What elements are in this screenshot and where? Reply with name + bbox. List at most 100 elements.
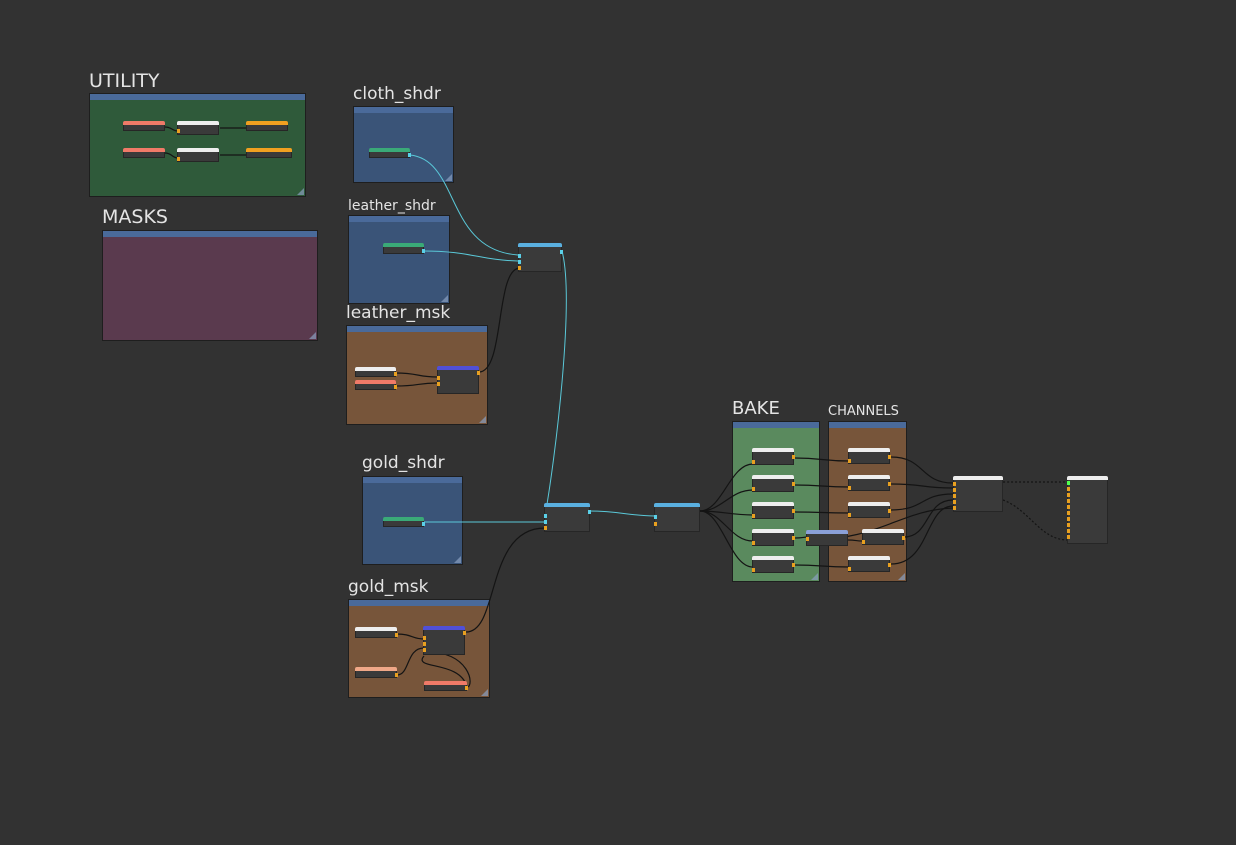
leather-msk-input-1[interactable] — [355, 367, 397, 377]
node-header[interactable] — [355, 380, 396, 384]
mix-node-1[interactable] — [518, 243, 563, 272]
gold-msk-input-2[interactable] — [355, 667, 398, 678]
node-header[interactable] — [383, 517, 424, 521]
input-port[interactable] — [953, 488, 956, 492]
node-header[interactable] — [246, 148, 292, 152]
input-port[interactable] — [518, 266, 521, 270]
node-header[interactable] — [752, 475, 794, 479]
input-port[interactable] — [752, 541, 755, 545]
node-header[interactable] — [544, 503, 590, 507]
output-port[interactable] — [792, 455, 795, 459]
utility-node-5[interactable] — [177, 148, 219, 162]
node-graph-canvas[interactable]: UTILITY MASKS cloth_shdr leather_shdr le… — [0, 0, 1236, 845]
input-port[interactable] — [177, 157, 180, 161]
output-port[interactable] — [560, 250, 563, 254]
input-port[interactable] — [752, 487, 755, 491]
input-port[interactable] — [437, 376, 440, 380]
output-port[interactable] — [792, 509, 795, 513]
input-port[interactable] — [1067, 493, 1070, 497]
node-header[interactable] — [654, 503, 700, 507]
leather-shdr-node[interactable] — [383, 243, 425, 254]
input-port[interactable] — [1067, 505, 1070, 509]
node-header[interactable] — [848, 448, 890, 452]
output-port[interactable] — [792, 563, 795, 567]
input-port[interactable] — [848, 513, 851, 517]
node-header[interactable] — [1067, 476, 1108, 480]
utility-node-3[interactable] — [246, 121, 288, 131]
output-port[interactable] — [888, 509, 891, 513]
input-port[interactable] — [953, 506, 956, 510]
gold-msk-input-1[interactable] — [355, 627, 398, 638]
output-port[interactable] — [408, 153, 411, 157]
bake-node-1[interactable] — [752, 448, 795, 465]
node-header[interactable] — [369, 148, 410, 152]
bake-extra-node[interactable] — [806, 530, 848, 546]
node-header[interactable] — [806, 530, 848, 534]
node-header[interactable] — [123, 148, 165, 152]
output-port[interactable] — [902, 536, 905, 540]
output-port[interactable] — [888, 455, 891, 459]
output-node[interactable] — [1067, 476, 1108, 544]
channel-node-3[interactable] — [848, 502, 891, 518]
input-port[interactable] — [423, 642, 426, 646]
node-header[interactable] — [355, 367, 396, 371]
node-header[interactable] — [518, 243, 562, 247]
input-port[interactable] — [423, 648, 426, 652]
input-port[interactable] — [752, 568, 755, 572]
output-port[interactable] — [395, 633, 398, 637]
input-port[interactable] — [518, 254, 521, 258]
node-header[interactable] — [383, 243, 424, 247]
input-port[interactable] — [177, 129, 180, 133]
input-port[interactable] — [654, 515, 657, 519]
input-port[interactable] — [1067, 535, 1070, 539]
output-port[interactable] — [395, 673, 398, 677]
input-port[interactable] — [953, 494, 956, 498]
output-port[interactable] — [888, 563, 891, 567]
input-port[interactable] — [953, 500, 956, 504]
node-header[interactable] — [752, 529, 794, 533]
channel-node-1[interactable] — [848, 448, 891, 464]
input-port[interactable] — [1067, 517, 1070, 521]
mix-node-2[interactable] — [544, 503, 591, 532]
node-header[interactable] — [423, 626, 465, 630]
node-header[interactable] — [355, 627, 397, 631]
input-port[interactable] — [1067, 481, 1070, 485]
output-port[interactable] — [588, 510, 591, 514]
input-port[interactable] — [654, 522, 657, 526]
node-header[interactable] — [848, 502, 890, 506]
gold-msk-input-3[interactable] — [424, 681, 468, 691]
node-header[interactable] — [424, 681, 467, 685]
utility-node-4[interactable] — [123, 148, 165, 158]
cloth-shdr-node[interactable] — [369, 148, 411, 158]
leather-msk-blend[interactable] — [437, 366, 480, 394]
output-port[interactable] — [463, 631, 466, 635]
input-port[interactable] — [848, 486, 851, 490]
output-port[interactable] — [422, 522, 425, 526]
utility-node-6[interactable] — [246, 148, 292, 158]
input-port[interactable] — [848, 459, 851, 463]
input-port[interactable] — [1067, 487, 1070, 491]
node-header[interactable] — [752, 448, 794, 452]
gold-shdr-node[interactable] — [383, 517, 425, 527]
output-port[interactable] — [394, 372, 397, 376]
input-port[interactable] — [423, 636, 426, 640]
input-port[interactable] — [437, 382, 440, 386]
gold-msk-blend[interactable] — [423, 626, 466, 655]
bake-node-2[interactable] — [752, 475, 795, 492]
input-port[interactable] — [752, 460, 755, 464]
input-port[interactable] — [1067, 529, 1070, 533]
node-header[interactable] — [752, 556, 794, 560]
output-port[interactable] — [422, 249, 425, 253]
output-port[interactable] — [394, 385, 397, 389]
channel-node-4[interactable] — [862, 529, 905, 545]
channel-node-5[interactable] — [848, 556, 891, 572]
input-port[interactable] — [862, 540, 865, 544]
output-port[interactable] — [477, 371, 480, 375]
mix-node-3[interactable] — [654, 503, 700, 532]
node-header[interactable] — [752, 502, 794, 506]
input-port[interactable] — [1067, 523, 1070, 527]
node-header[interactable] — [355, 667, 397, 671]
input-port[interactable] — [544, 514, 547, 518]
node-header[interactable] — [862, 529, 904, 533]
bake-node-4[interactable] — [752, 529, 795, 546]
